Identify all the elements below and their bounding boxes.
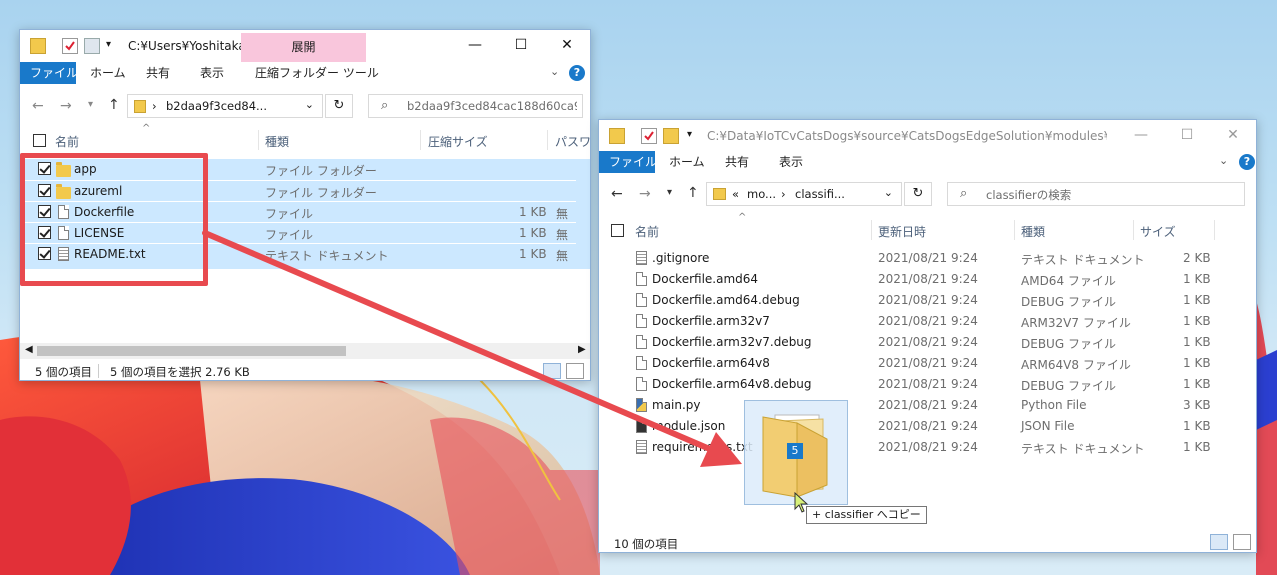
- drag-preview: 5: [744, 400, 848, 505]
- drop-copy-tooltip: + classifier へコピー: [806, 506, 927, 524]
- drag-count-badge: 5: [787, 443, 803, 459]
- copy-tooltip-text: + classifier へコピー: [812, 508, 921, 521]
- drag-direction-arrow: [202, 230, 742, 467]
